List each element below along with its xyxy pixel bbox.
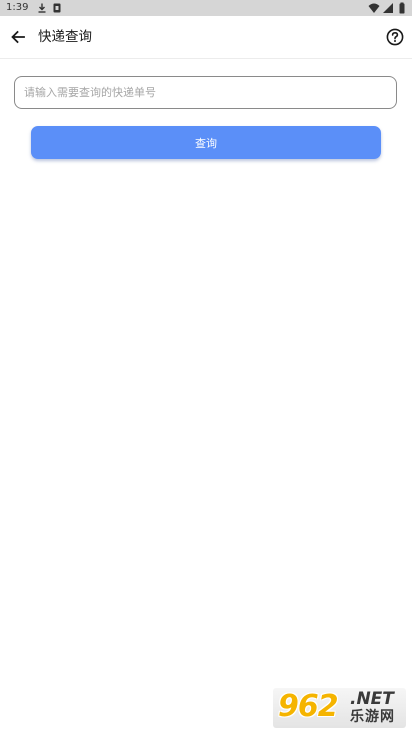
question-circle-icon [386, 28, 404, 46]
wifi-icon [368, 3, 380, 13]
battery-icon [399, 2, 405, 14]
watermark-number: 962 [278, 689, 339, 724]
help-button[interactable] [384, 26, 406, 48]
query-button[interactable]: 查询 [31, 126, 381, 159]
tracking-number-input[interactable] [14, 76, 397, 109]
back-button[interactable] [4, 23, 32, 51]
watermark-site-name: 乐游网 [350, 709, 395, 725]
notification-box-icon [53, 3, 61, 13]
app-bar: 快递查询 [0, 16, 412, 59]
site-watermark-logo: 962 .NET 乐游网 [273, 688, 406, 728]
cell-signal-icon [383, 3, 393, 13]
arrow-left-icon [11, 30, 25, 44]
page-title: 快递查询 [38, 29, 92, 45]
status-bar: 1:39 [0, 0, 412, 16]
watermark-domain: .NET [350, 689, 394, 709]
download-icon [38, 3, 46, 13]
status-time: 1:39 [6, 2, 29, 13]
